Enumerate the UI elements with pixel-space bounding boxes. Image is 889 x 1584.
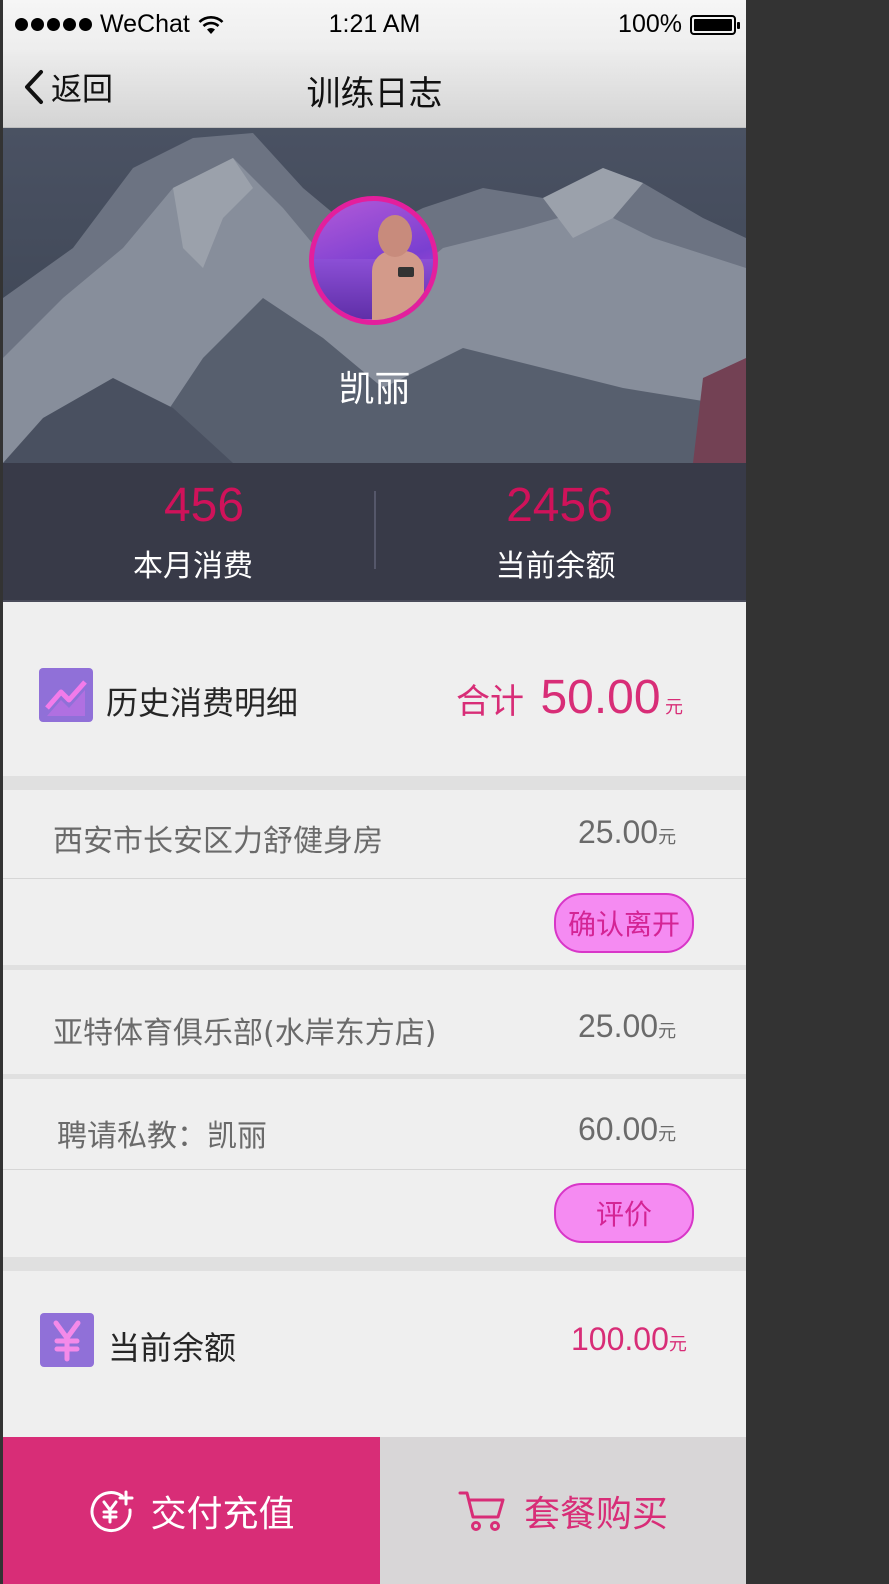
record-amount: 25.00元 [578,814,676,851]
record-currency: 元 [658,827,677,847]
buy-label: 套餐购买 [523,1493,668,1535]
section-gap [3,1257,746,1271]
balance-row-value: 100.00 [571,1321,669,1357]
balance-label: 当前余额 [495,549,616,584]
package-purchase-button[interactable]: 套餐购买 [380,1437,746,1584]
record-name: 聘请私教：凯丽 [57,1119,267,1154]
phone-screen: WeChat 1:21 AM 100% 返回 训练日志 凯丽 456 本月消费 … [3,0,746,1584]
status-right: 100% [618,10,740,39]
record-amount-value: 25.00 [578,814,659,850]
record-action-row: 评价 [3,1170,746,1257]
avatar-body [372,251,424,320]
balance-row-title: 当前余额 [108,1329,237,1367]
total-currency: 元 [665,697,684,717]
total-value: 50.00 [540,671,661,724]
record-action-row: 确认离开 [3,879,746,965]
avatar-head [378,215,412,257]
confirm-leave-button[interactable]: 确认离开 [554,893,694,953]
list-item[interactable]: 亚特体育俱乐部(水岸东方店) 25.00元 [3,970,746,1074]
history-header-row[interactable]: 历史消费明细 合计 50.00 元 [3,604,746,776]
yen-icon [40,1313,94,1367]
nav-bar: 返回 训练日志 [3,52,746,128]
avatar[interactable] [309,196,438,325]
balance-row-amount: 100.00元 [571,1321,687,1358]
yen-plus-icon [91,1490,134,1532]
stats-panel: 456 本月消费 2456 当前余额 [3,463,746,602]
avatar-watch [398,267,414,277]
page-title: 训练日志 [306,74,443,114]
list-item[interactable]: 西安市长安区力舒健身房 25.00元 [3,790,746,878]
history-total: 合计 50.00 元 [456,670,683,725]
balance-row[interactable]: 当前余额 100.00元 [3,1271,746,1437]
battery-percent: 100% [618,10,682,38]
record-amount-value: 60.00 [578,1111,659,1147]
record-amount: 25.00元 [578,1008,676,1045]
balance-value: 2456 [506,479,613,532]
bottom-action-bar: 交付充值 套餐购买 [3,1437,746,1584]
total-label: 合计 [456,682,524,722]
status-bar: WeChat 1:21 AM 100% [3,0,746,52]
record-name: 亚特体育俱乐部(水岸东方店) [53,1016,437,1051]
month-spend-label: 本月消费 [133,549,253,584]
month-spend-stat: 456 本月消费 [3,477,391,585]
section-gap [3,776,746,790]
month-spend-value: 456 [163,479,245,532]
record-currency: 元 [658,1124,677,1144]
record-currency: 元 [658,1021,677,1041]
balance-row-currency: 元 [668,1334,687,1354]
list-item[interactable]: 聘请私教：凯丽 60.00元 [3,1079,746,1169]
user-name: 凯丽 [338,369,411,410]
trend-chart-icon [39,668,93,722]
history-title: 历史消费明细 [106,684,299,722]
profile-header: 凯丽 [3,128,746,463]
cart-icon [458,1491,505,1531]
pay-recharge-button[interactable]: 交付充值 [3,1437,380,1584]
record-name: 西安市长安区力舒健身房 [53,824,383,859]
record-amount-value: 25.00 [578,1008,659,1044]
rate-button[interactable]: 评价 [554,1183,694,1243]
battery-icon [690,14,740,35]
balance-stat: 2456 当前余额 [374,477,745,585]
record-amount: 60.00元 [578,1111,676,1148]
pay-label: 交付充值 [150,1493,295,1535]
